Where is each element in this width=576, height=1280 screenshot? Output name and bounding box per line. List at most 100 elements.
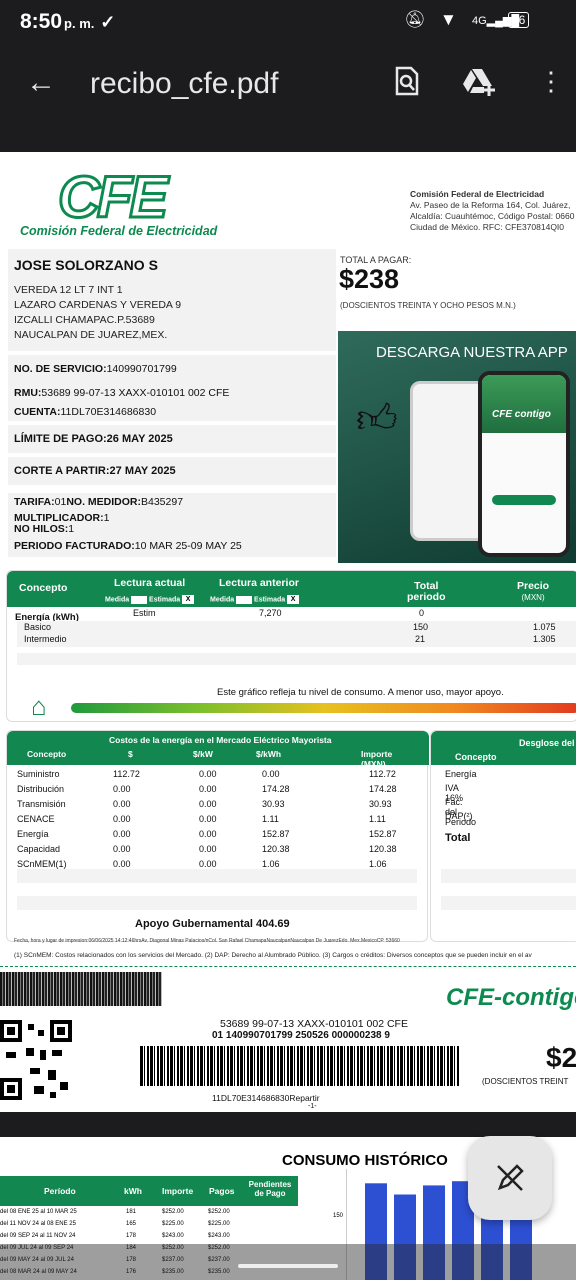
historico-cell: $252.00: [162, 1209, 184, 1215]
edit-fab[interactable]: [468, 1136, 552, 1220]
historico-cell: del 11 NOV 24 al 08 ENE 25: [0, 1221, 76, 1227]
mercado-cell: 30.93: [262, 799, 285, 809]
col-lectura-anterior: Lectura anterior: [219, 577, 299, 589]
rmu-value: 53689 99-07-13 XAXX-010101 002 CFE: [41, 387, 230, 399]
mercado-cell: SCnMEM(1): [17, 859, 67, 869]
historico-cell: $252.00: [208, 1209, 230, 1215]
mercado-cell: Capacidad: [17, 844, 61, 854]
historico-header: Período kWh Importe Pagos Pendientes de …: [0, 1176, 298, 1206]
cut-line: [0, 966, 576, 967]
desglose-col-concepto: Concepto: [455, 752, 497, 762]
mercado-cell: 30.93: [369, 799, 392, 809]
total-amount: $238: [339, 264, 400, 294]
historico-cell: $243.00: [162, 1233, 184, 1239]
col-lectura-actual: Lectura actual: [114, 577, 186, 589]
mercado-col-header: $: [128, 749, 133, 759]
basico-label: Basico: [24, 622, 52, 632]
barcode-line-1: 53689 99-07-13 XAXX-010101 002 CFE: [220, 1018, 408, 1030]
app-bar: ← recibo_cfe.pdf ⋮: [0, 44, 576, 128]
mercado-cell: CENACE: [17, 814, 55, 824]
mercado-cell: 0.00: [113, 829, 131, 839]
mercado-title: Costos de la energía en el Mercado Eléct…: [109, 735, 332, 745]
battery-icon: 26: [508, 12, 530, 28]
mercado-cell: 0.00: [113, 814, 131, 824]
customer-box: JOSE SOLORZANO S VEREDA 12 LT 7 INT 1 LA…: [8, 249, 336, 351]
corte-box: CORTE A PARTIR:27 MAY 2025: [8, 457, 336, 485]
more-vert-icon[interactable]: ⋮: [538, 66, 564, 97]
mercado-cell: 120.38: [369, 844, 397, 854]
company-address-2: Alcaldía: Cuauhtémoc, Código Postal: 066…: [410, 211, 575, 221]
scrambled-band: [0, 972, 162, 1006]
mercado-col-header: $/kWh: [256, 749, 282, 759]
grafico-caption: Este gráfico refleja tu nivel de consumo…: [217, 687, 504, 698]
col-precio: Precio (MXN): [517, 580, 550, 603]
mercado-cell: 174.28: [369, 784, 397, 794]
mercado-cell: 0.00: [113, 859, 131, 869]
mercado-cell: Energía: [17, 829, 49, 839]
mercado-col-header: $/kW: [193, 749, 213, 759]
customer-address-3: IZCALLI CHAMAPAC.P.53689: [14, 314, 155, 326]
status-time: 8:50 p. m. ✓: [20, 10, 116, 33]
stub-cuenta: 11DL70E314686830Repartir: [212, 1093, 320, 1103]
historico-cell: del 09 SEP 24 al 11 NOV 24: [0, 1233, 76, 1239]
app-promo-banner[interactable]: DESCARGA NUESTRA APP 👍︎ CFE contigo: [338, 331, 576, 563]
mercado-cell: 174.28: [262, 784, 290, 794]
mercado-cell: 0.00: [199, 859, 217, 869]
col-total-periodo: Total periodo: [407, 580, 446, 603]
mercado-cell: Distribución: [17, 784, 65, 794]
mercado-cell: 0.00: [199, 784, 217, 794]
chart-ytick: 150: [333, 1213, 344, 1219]
mercado-cell: Suministro: [17, 769, 60, 779]
historico-cell: $243.00: [208, 1233, 230, 1239]
customer-address-2: LAZARO CARDENAS Y VEREDA 9: [14, 299, 182, 311]
multiplicador-value: 1: [103, 512, 110, 524]
mercado-cell: 0.00: [262, 769, 280, 779]
back-arrow-icon[interactable]: ←: [26, 66, 56, 100]
edit-pen-icon: [497, 1164, 524, 1191]
mercado-cell: 0.00: [113, 844, 131, 854]
historico-cell: 181: [126, 1209, 137, 1215]
apoyo-gubernamental: Apoyo Gubernamental 404.69: [135, 918, 290, 930]
historico-title: CONSUMO HISTÓRICO: [282, 1152, 448, 1169]
promo-title: DESCARGA NUESTRA APP: [376, 344, 568, 361]
impresion-fecha: Fecha, hora y lugar de impresion:06/06/2…: [14, 938, 400, 944]
cuenta-value: 11DL70E314686830: [60, 406, 157, 418]
tarifa-box: TARIFA:01NO. MEDIDOR:B435297 MULTIPLICAD…: [8, 493, 336, 557]
house-icon: ⌂: [31, 691, 47, 721]
barcode-line-2: 01 140990701799 250526 000000238 9: [212, 1030, 390, 1041]
document-title: recibo_cfe.pdf: [90, 67, 279, 100]
wifi-icon: ▼: [440, 10, 457, 29]
stub-amount: $2: [546, 1042, 576, 1073]
tarifa-value: 01: [54, 496, 67, 508]
mercado-cell: 1.06: [262, 859, 280, 869]
drive-add-icon[interactable]: [462, 66, 496, 103]
pdf-page-1: CFE Comisión Federal de Electricidad Com…: [0, 152, 576, 1112]
intermedio-kwh: 21: [415, 634, 426, 644]
service-number: 140990701799: [106, 363, 177, 375]
basico-kwh: 150: [413, 622, 429, 632]
service-box: NO. DE SERVICIO:140990701799 RMU:53689 9…: [8, 355, 336, 421]
historico-cell: 165: [126, 1221, 137, 1227]
intermedio-precio: 1.305: [533, 634, 556, 644]
mercado-cell: 0.00: [199, 769, 217, 779]
lectura-anterior-value: 7,270: [259, 608, 282, 618]
home-indicator[interactable]: [238, 1264, 338, 1268]
payment-barcode: [140, 1046, 460, 1086]
nav-bar: [0, 1244, 576, 1280]
mercado-col-header: Concepto: [27, 749, 67, 759]
historico-cell: $225.00: [208, 1221, 230, 1227]
mercado-cell: 1.11: [369, 814, 386, 824]
corte-fecha: CORTE A PARTIR:27 MAY 2025: [14, 465, 176, 477]
mercado-cell: 112.72: [113, 769, 140, 779]
company-address-3: Ciudad de México. RFC: CFE370814QI0: [410, 222, 565, 232]
total-periodo-value: 0: [419, 608, 425, 618]
mercado-cell: 152.87: [262, 829, 290, 839]
historico-cell: $225.00: [162, 1221, 184, 1227]
col-concepto: Concepto: [19, 582, 68, 594]
search-document-icon[interactable]: [394, 66, 420, 103]
company-name: Comisión Federal de Electricidad: [410, 189, 545, 199]
mercado-cell: 0.00: [199, 829, 217, 839]
basico-precio: 1.075: [533, 622, 556, 632]
mercado-cell: 1.11: [262, 814, 279, 824]
intermedio-label: Intermedio: [24, 634, 67, 644]
